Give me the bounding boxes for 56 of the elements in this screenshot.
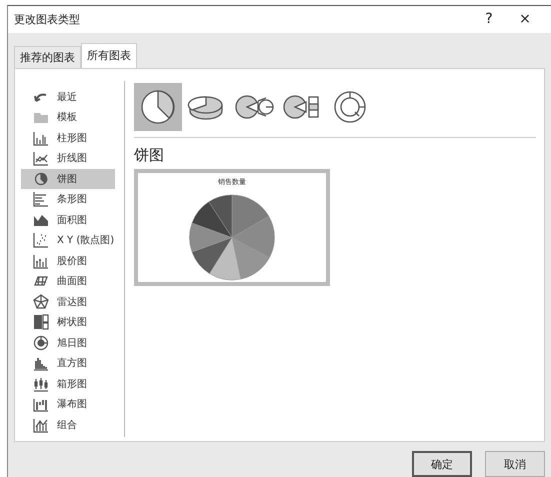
chart-type-label: 箱形图: [57, 378, 87, 391]
chart-type-item[interactable]: 折线图: [21, 148, 115, 169]
chart-type-label: 股价图: [57, 254, 87, 268]
chart-type-label: 树状图: [57, 316, 87, 330]
cancel-button[interactable]: 取消: [485, 451, 545, 477]
chart-type-label: 饼图: [57, 172, 77, 186]
waterfall-chart-icon: [33, 396, 49, 412]
chart-type-item[interactable]: 柱形图: [21, 128, 115, 148]
sunburst-chart-icon: [33, 334, 49, 351]
line-chart-icon: [33, 150, 49, 166]
chart-type-label: 柱形图: [57, 132, 87, 145]
chart-type-label: 雷达图: [57, 296, 87, 309]
pie-chart-icon: [33, 170, 49, 187]
chart-type-item[interactable]: 条形图: [21, 189, 115, 210]
chart-type-label: 模板: [57, 110, 77, 124]
chart-type-label: 直方图: [57, 356, 87, 370]
chart-type-label: 最近: [57, 90, 77, 104]
chart-type-item[interactable]: 瀑布图: [21, 394, 115, 415]
bar-chart-icon: [33, 191, 49, 208]
chart-type-item[interactable]: 箱形图: [21, 374, 115, 394]
chart-type-item[interactable]: 饼图: [21, 168, 115, 190]
chart-type-item[interactable]: X Y (散点图): [21, 230, 115, 251]
treemap-chart-icon: [33, 314, 49, 330]
chart-type-label: 折线图: [57, 152, 87, 166]
help-button[interactable]: ?: [471, 11, 507, 28]
histogram-chart-icon: [33, 355, 49, 372]
chart-type-item[interactable]: 旭日图: [21, 332, 115, 354]
chart-type-label: 条形图: [57, 193, 87, 206]
chart-type-item[interactable]: 模板: [21, 107, 115, 128]
combo-chart-icon: [33, 416, 49, 433]
ok-button[interactable]: 确定: [412, 451, 472, 477]
chart-type-item[interactable]: 雷达图: [21, 292, 115, 312]
chart-type-item[interactable]: 股价图: [21, 250, 115, 272]
box-chart-icon: [33, 376, 49, 392]
chart-type-label: X Y (散点图): [57, 234, 114, 248]
chart-type-item[interactable]: 最近: [21, 86, 115, 108]
scatter-chart-icon: [33, 232, 49, 248]
subtype-heading: 饼图: [134, 146, 165, 165]
stock-chart-icon: [33, 252, 49, 269]
chart-type-item[interactable]: 直方图: [21, 353, 115, 374]
column-chart-icon: [33, 130, 49, 146]
tab[interactable]: 推荐的图表: [14, 46, 81, 68]
chart-type-label: 面积图: [57, 214, 87, 227]
subtype-button[interactable]: [134, 82, 182, 131]
close-button[interactable]: ×: [507, 11, 543, 28]
chart-type-item[interactable]: 组合: [21, 414, 115, 436]
radar-chart-icon: [33, 294, 49, 310]
window-title: 更改图表类型: [14, 12, 81, 27]
tab[interactable]: 所有图表: [81, 42, 137, 68]
chart-type-item[interactable]: 曲面图: [21, 271, 115, 292]
chart-type-label: 曲面图: [57, 274, 87, 288]
chart-type-item[interactable]: 树状图: [21, 312, 115, 333]
chart-type-label: 组合: [57, 418, 77, 432]
chart-type-label: 旭日图: [57, 336, 87, 350]
chart-type-item[interactable]: 面积图: [21, 210, 115, 230]
chart-type-label: 瀑布图: [57, 398, 87, 412]
